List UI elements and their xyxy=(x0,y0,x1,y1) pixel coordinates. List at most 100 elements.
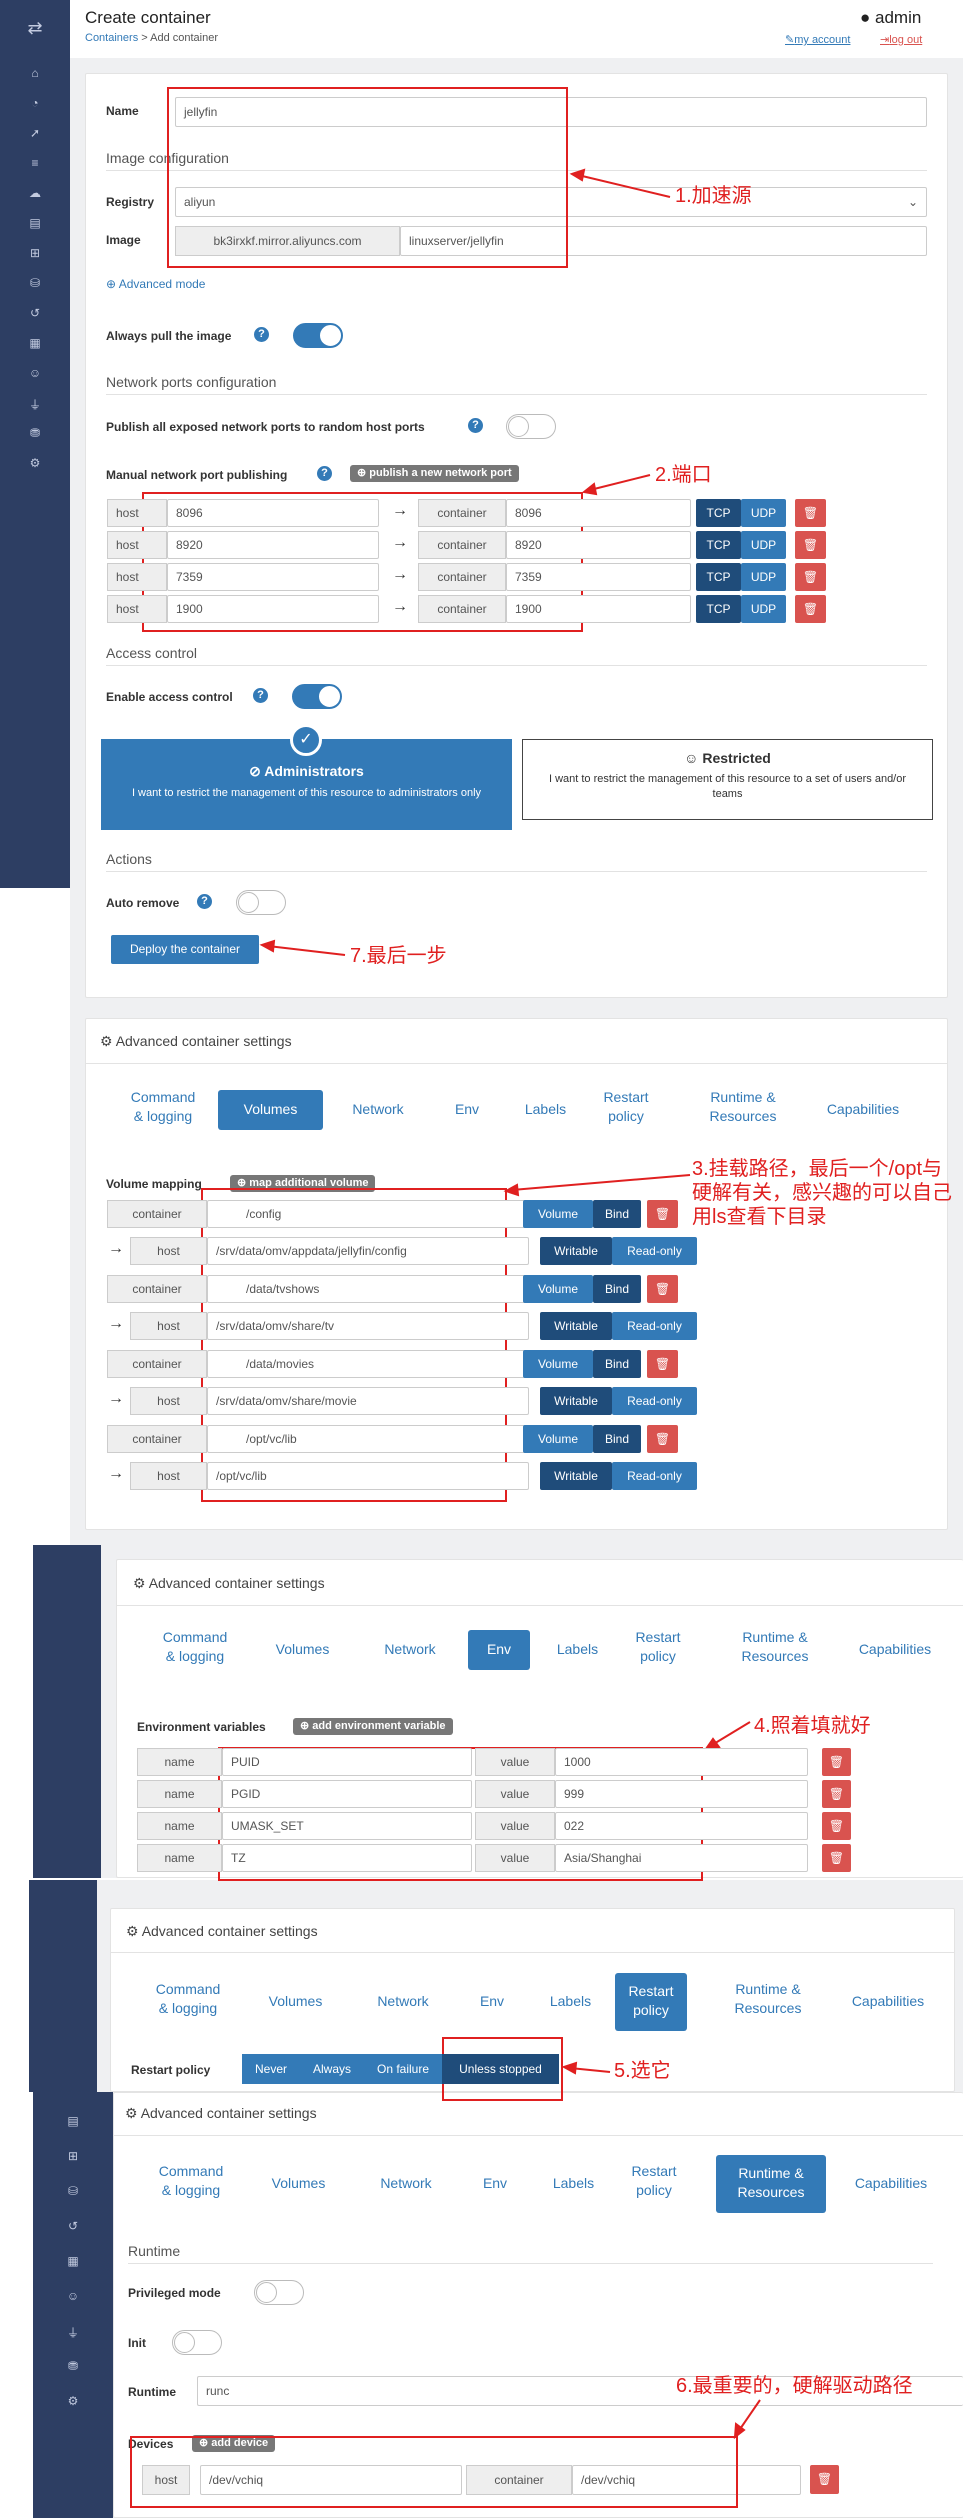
host-port-input[interactable]: 1900 xyxy=(167,595,379,623)
container-port-input[interactable]: 1900 xyxy=(506,595,691,623)
remove-env-button[interactable]: 🗑 xyxy=(822,1844,851,1872)
annotation-arrow-1 xyxy=(577,174,671,198)
annotation-arrow-3-head xyxy=(503,1183,520,1197)
env-name-addon: name xyxy=(137,1812,222,1840)
arrow-right-icon: → xyxy=(392,566,408,583)
env-name-input[interactable]: PGID xyxy=(222,1780,472,1808)
host-path-input[interactable]: /srv/data/omv/appdata/jellyfin/config xyxy=(207,1237,529,1265)
host-port-input[interactable]: 7359 xyxy=(167,563,379,591)
tcp-button[interactable]: TCP xyxy=(696,595,741,623)
remove-env-button[interactable]: 🗑 xyxy=(822,1812,851,1840)
host-addon: host xyxy=(107,563,167,591)
env-value-addon: value xyxy=(475,1748,555,1776)
annotation-arrow-2-head xyxy=(581,482,598,496)
host-addon: host xyxy=(107,499,167,527)
udp-button[interactable]: UDP xyxy=(741,499,786,527)
env-value-input[interactable]: 022 xyxy=(555,1812,808,1840)
remove-volume-button[interactable]: 🗑 xyxy=(647,1200,678,1228)
env-value-input[interactable]: Asia/Shanghai xyxy=(555,1844,808,1872)
container-addon: container xyxy=(107,1275,207,1303)
arrow-right-icon: → xyxy=(108,1390,124,1407)
annotation-arrow-7 xyxy=(267,945,346,956)
restart-policy-on-failure[interactable]: On failure xyxy=(364,2054,442,2084)
udp-button[interactable]: UDP xyxy=(741,595,786,623)
annotation-arrow-2 xyxy=(589,474,651,491)
remove-port-button[interactable]: 🗑 xyxy=(795,595,826,623)
writable-button[interactable]: Writable xyxy=(540,1237,612,1265)
remove-env-button[interactable]: 🗑 xyxy=(822,1748,851,1776)
annotation-arrow-7-head xyxy=(259,939,276,953)
restart-policy-always[interactable]: Always xyxy=(300,2054,364,2084)
env-name-addon: name xyxy=(137,1748,222,1776)
container-addon: container xyxy=(107,1200,207,1228)
env-name-input[interactable]: PUID xyxy=(222,1748,472,1776)
udp-button[interactable]: UDP xyxy=(741,563,786,591)
container-path-input[interactable]: /config xyxy=(207,1200,529,1228)
restart-policy-unless-stopped[interactable]: Unless stopped xyxy=(442,2054,559,2084)
bind-button[interactable]: Bind xyxy=(593,1275,641,1303)
remove-env-button[interactable]: 🗑 xyxy=(822,1780,851,1808)
remove-port-button[interactable]: 🗑 xyxy=(795,531,826,559)
readonly-button[interactable]: Read-only xyxy=(612,1462,697,1490)
env-name-addon: name xyxy=(137,1780,222,1808)
env-value-input[interactable]: 999 xyxy=(555,1780,808,1808)
host-addon: host xyxy=(130,1312,207,1340)
container-path-input[interactable]: /opt/vc/lib xyxy=(207,1425,529,1453)
readonly-button[interactable]: Read-only xyxy=(612,1387,697,1415)
env-name-input[interactable]: UMASK_SET xyxy=(222,1812,472,1840)
bind-button[interactable]: Bind xyxy=(593,1200,641,1228)
volume-button[interactable]: Volume xyxy=(523,1275,593,1303)
host-addon: host xyxy=(130,1237,207,1265)
tcp-button[interactable]: TCP xyxy=(696,499,741,527)
container-port-input[interactable]: 7359 xyxy=(506,563,691,591)
annotation-arrow-3 xyxy=(511,1174,691,1191)
host-addon: host xyxy=(107,595,167,623)
env-name-addon: name xyxy=(137,1844,222,1872)
env-name-input[interactable]: TZ xyxy=(222,1844,472,1872)
volume-button[interactable]: Volume xyxy=(523,1425,593,1453)
env-value-addon: value xyxy=(475,1844,555,1872)
host-addon: host xyxy=(107,531,167,559)
host-path-input[interactable]: /srv/data/omv/share/movie xyxy=(207,1387,529,1415)
writable-button[interactable]: Writable xyxy=(540,1462,612,1490)
bind-button[interactable]: Bind xyxy=(593,1425,641,1453)
arrow-right-icon: → xyxy=(108,1240,124,1257)
container-port-input[interactable]: 8920 xyxy=(506,531,691,559)
remove-port-button[interactable]: 🗑 xyxy=(795,563,826,591)
tcp-button[interactable]: TCP xyxy=(696,563,741,591)
writable-button[interactable]: Writable xyxy=(540,1312,612,1340)
container-addon: container xyxy=(107,1350,207,1378)
annotation-arrow-1-head xyxy=(569,168,586,182)
arrow-right-icon: → xyxy=(392,502,408,519)
readonly-button[interactable]: Read-only xyxy=(612,1237,697,1265)
volume-button[interactable]: Volume xyxy=(523,1350,593,1378)
remove-volume-button[interactable]: 🗑 xyxy=(647,1425,678,1453)
host-path-input[interactable]: /opt/vc/lib xyxy=(207,1462,529,1490)
arrow-right-icon: → xyxy=(108,1465,124,1482)
env-value-input[interactable]: 1000 xyxy=(555,1748,808,1776)
container-path-input[interactable]: /data/tvshows xyxy=(207,1275,529,1303)
env-value-addon: value xyxy=(475,1812,555,1840)
restart-policy-never[interactable]: Never xyxy=(242,2054,300,2084)
udp-button[interactable]: UDP xyxy=(741,531,786,559)
host-path-input[interactable]: /srv/data/omv/share/tv xyxy=(207,1312,529,1340)
remove-volume-button[interactable]: 🗑 xyxy=(647,1275,678,1303)
container-addon: container xyxy=(418,531,506,559)
container-path-input[interactable]: /data/movies xyxy=(207,1350,529,1378)
writable-button[interactable]: Writable xyxy=(540,1387,612,1415)
host-port-input[interactable]: 8096 xyxy=(167,499,379,527)
container-port-input[interactable]: 8096 xyxy=(506,499,691,527)
volume-button[interactable]: Volume xyxy=(523,1200,593,1228)
container-addon: container xyxy=(418,595,506,623)
bind-button[interactable]: Bind xyxy=(593,1350,641,1378)
readonly-button[interactable]: Read-only xyxy=(612,1312,697,1340)
host-addon: host xyxy=(130,1387,207,1415)
remove-volume-button[interactable]: 🗑 xyxy=(647,1350,678,1378)
annotation-arrow-5-head xyxy=(561,2061,578,2075)
remove-port-button[interactable]: 🗑 xyxy=(795,499,826,527)
arrow-right-icon: → xyxy=(392,534,408,551)
container-addon: container xyxy=(418,499,506,527)
host-port-input[interactable]: 8920 xyxy=(167,531,379,559)
container-addon: container xyxy=(107,1425,207,1453)
tcp-button[interactable]: TCP xyxy=(696,531,741,559)
